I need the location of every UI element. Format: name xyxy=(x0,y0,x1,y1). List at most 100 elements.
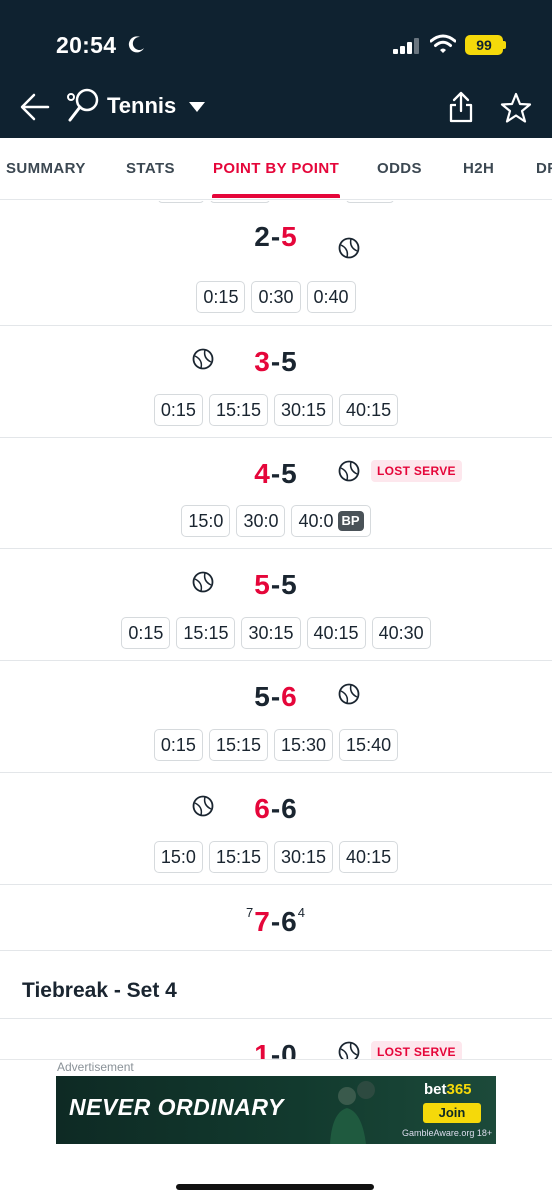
lost-serve-badge: LOST SERVE xyxy=(371,1041,462,1059)
score-dash: - xyxy=(270,221,282,252)
point-chip: 30:15 xyxy=(274,394,334,426)
point-chip: 0:15 xyxy=(121,617,171,649)
ad-banner[interactable]: NEVER ORDINARY bet365 Join GambleAware.o… xyxy=(56,1076,496,1144)
point-chip: 15:15 xyxy=(208,394,268,426)
point-chips: 0:15 15:15 30:15 40:15 xyxy=(0,394,552,426)
point-chip: 30:0 xyxy=(236,505,286,537)
score-dash: - xyxy=(270,569,282,600)
tennis-ball-icon xyxy=(192,348,214,370)
point-chip: 40:15 xyxy=(339,394,399,426)
set-score-right: 6 xyxy=(281,906,298,937)
point-chip: 0:15 xyxy=(196,281,246,313)
tennis-ball-icon xyxy=(192,795,214,817)
score-right: 5 xyxy=(281,221,298,252)
score-right: 5 xyxy=(281,569,298,600)
tab-stats[interactable]: STATS xyxy=(126,160,175,177)
ad-label: Advertisement xyxy=(57,1060,134,1074)
score-dash: - xyxy=(270,458,282,489)
moon-icon xyxy=(128,36,144,53)
tiebreak-score: 1-0 xyxy=(0,1039,552,1059)
game-row[interactable]: 5-6 0:15 15:15 15:30 15:40 xyxy=(0,661,552,773)
point-chip: 0:15 xyxy=(153,729,203,761)
home-indicator[interactable] xyxy=(176,1184,374,1190)
signal-icon xyxy=(393,38,419,54)
point-chip: 15:15 xyxy=(176,617,236,649)
set-score: 77-64 xyxy=(0,905,552,938)
wifi-icon xyxy=(430,34,456,53)
point-by-point-list: 2-5 0:15 0:30 0:40 3-5 0:15 15:15 30:15 40:15… xyxy=(0,201,552,1059)
star-icon[interactable] xyxy=(500,92,532,124)
score-left: 5 xyxy=(254,681,271,712)
point-chips: 0:15 15:15 15:30 15:40 xyxy=(0,729,552,761)
score-dash: - xyxy=(270,346,282,377)
point-chip: 15:15 xyxy=(208,729,268,761)
score-left: 5 xyxy=(254,569,271,600)
point-chip: 40:30 xyxy=(371,617,431,649)
score-right: 5 xyxy=(281,346,298,377)
game-score: 2-5 xyxy=(0,221,552,253)
point-chip: 40:15 xyxy=(339,841,399,873)
score-right: 6 xyxy=(281,681,298,712)
game-row[interactable]: 3-5 0:15 15:15 30:15 40:15 xyxy=(0,326,552,438)
tennis-racket-icon xyxy=(67,88,99,122)
score-dash: - xyxy=(270,1039,282,1059)
score-right: 0 xyxy=(281,1039,298,1059)
point-chips: 0:15 0:30 0:40 xyxy=(0,281,552,313)
point-chip: 30:15 xyxy=(274,841,334,873)
score-dash: - xyxy=(270,793,282,824)
score-right: 5 xyxy=(281,458,298,489)
game-score: 5-5 xyxy=(0,569,552,601)
game-row[interactable]: 2-5 0:15 0:30 0:40 xyxy=(0,201,552,326)
tab-h2h[interactable]: H2H xyxy=(463,160,494,177)
point-chip: 15:15 xyxy=(208,841,268,873)
point-chip: 0:15 xyxy=(153,394,203,426)
ad-brand-logo: bet365 xyxy=(424,1081,472,1098)
ad-join-button[interactable]: Join xyxy=(423,1103,481,1123)
point-chips: 15:0 15:15 30:15 40:15 xyxy=(0,841,552,873)
tab-summary[interactable]: SUMMARY xyxy=(6,160,86,177)
share-icon[interactable] xyxy=(446,90,476,124)
tennis-ball-icon xyxy=(338,1041,360,1059)
game-row[interactable]: 6-6 15:0 15:15 30:15 40:15 xyxy=(0,773,552,885)
game-row[interactable]: 4-5 LOST SERVE 15:0 30:0 40:0 BP xyxy=(0,438,552,549)
tiebreak-point-row: 1-0 LOST SERVE xyxy=(0,1019,552,1059)
battery-level: 99 xyxy=(476,37,492,53)
game-score: 3-5 xyxy=(0,346,552,378)
tab-draw[interactable]: DF xyxy=(536,160,552,177)
back-arrow-icon[interactable] xyxy=(18,90,52,124)
battery-tip xyxy=(503,41,506,49)
point-chip: 15:40 xyxy=(339,729,399,761)
score-left: 6 xyxy=(254,793,271,824)
game-score: 5-6 xyxy=(0,681,552,713)
score-left: 3 xyxy=(254,346,271,377)
match-tabs: SUMMARY STATS POINT BY POINT ODDS H2H DF xyxy=(0,138,552,200)
chevron-down-icon[interactable] xyxy=(188,101,206,113)
section-title: Tiebreak - Set 4 xyxy=(22,979,177,1002)
point-chip: 40:0 BP xyxy=(291,505,371,537)
tab-odds[interactable]: ODDS xyxy=(377,160,422,177)
ad-brand-main: bet xyxy=(424,1081,447,1098)
sport-title[interactable]: Tennis xyxy=(107,93,176,119)
tennis-ball-icon xyxy=(338,460,360,482)
battery-indicator: 99 xyxy=(465,35,503,55)
point-chip: 40:15 xyxy=(306,617,366,649)
set-score-left: 7 xyxy=(254,906,271,937)
point-chip: 15:0 xyxy=(153,841,203,873)
tab-point-by-point[interactable]: POINT BY POINT xyxy=(213,160,339,177)
tiebreak-section-header: Tiebreak - Set 4 xyxy=(0,951,552,1019)
score-left: 2 xyxy=(254,221,271,252)
point-chips: 15:0 30:0 40:0 BP xyxy=(0,505,552,537)
tennis-ball-icon xyxy=(338,237,360,259)
score-dash: - xyxy=(270,681,282,712)
advertisement: Advertisement NEVER ORDINARY bet365 Join… xyxy=(0,1059,552,1200)
ad-brand-accent: 365 xyxy=(446,1081,472,1098)
ad-footer: GambleAware.org 18+ xyxy=(402,1128,493,1138)
break-point-badge: BP xyxy=(337,511,364,531)
game-score: 4-5 xyxy=(0,458,552,490)
point-chip: 15:0 xyxy=(181,505,231,537)
tiebreak-score-left: 7 xyxy=(246,905,255,920)
set-result-row: 77-64 xyxy=(0,885,552,951)
lost-serve-badge: LOST SERVE xyxy=(371,460,462,482)
game-row[interactable]: 5-5 0:15 15:15 30:15 40:15 40:30 xyxy=(0,549,552,661)
point-chip: 0:30 xyxy=(251,281,301,313)
